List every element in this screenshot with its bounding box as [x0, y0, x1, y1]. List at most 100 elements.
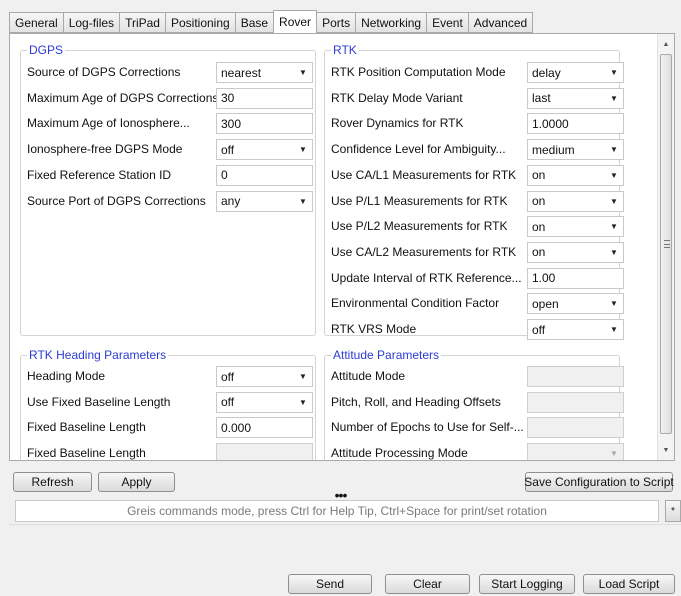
dgps-source-port-of-dgps-corrections-value: any	[221, 194, 241, 208]
chevron-down-icon[interactable]: ▼	[609, 248, 619, 257]
heading-fixed-baseline-length-row: Fixed Baseline Length	[27, 416, 223, 438]
rtk-rtk-delay-mode-variant-select[interactable]: last ▼	[527, 87, 624, 109]
rtk-update-interval-of-rtk-reference-input[interactable]: 1.00	[527, 267, 624, 289]
dgps-fixed-reference-station-id-label: Fixed Reference Station ID	[27, 167, 172, 182]
dgps-ionosphere-free-dgps-mode-row: Ionosphere-free DGPS Mode	[27, 138, 223, 160]
attitude-pitch-roll-and-heading-offsets-label: Pitch, Roll, and Heading Offsets	[331, 394, 501, 409]
chevron-down-icon[interactable]: ▼	[609, 325, 619, 334]
rtk-use-p-l1-measurements-for-rtk-label: Use P/L1 Measurements for RTK	[331, 193, 508, 208]
chevron-down-icon[interactable]: ▼	[609, 299, 619, 308]
rtk-rover-dynamics-for-rtk-input[interactable]: 1.0000	[527, 113, 624, 135]
tab-event[interactable]: Event	[426, 12, 468, 33]
attitude-group: Attitude Parameters Attitude Mode Pitch, …	[324, 347, 624, 460]
rtk-confidence-level-for-ambiguity-select[interactable]: medium ▼	[527, 139, 624, 161]
send-button[interactable]: Send	[288, 574, 372, 594]
rtk-rtk-vrs-mode-select[interactable]: off ▼	[527, 319, 624, 340]
rtk-use-p-l2-measurements-for-rtk-row: Use P/L2 Measurements for RTK	[331, 215, 527, 237]
attitude-attitude-processing-mode-row: Attitude Processing Mode	[331, 442, 527, 460]
apply-button[interactable]: Apply	[98, 472, 175, 492]
tab-general[interactable]: General	[9, 12, 63, 33]
command-options-button[interactable]: *	[665, 500, 681, 522]
chevron-down-icon[interactable]: ▼	[609, 145, 619, 154]
tab-tripad[interactable]: TriPad	[119, 12, 165, 33]
tab-ports[interactable]: Ports	[317, 12, 356, 33]
heading-heading-mode-select[interactable]: off ▼	[216, 366, 313, 387]
rtk-rtk-delay-mode-variant-row: RTK Delay Mode Variant	[331, 87, 527, 109]
tab-rover[interactable]: Rover	[273, 10, 318, 34]
chevron-down-icon[interactable]: ▼	[298, 372, 308, 381]
rtk-heading-group: RTK Heading Parameters Heading Mode off ▼ U…	[20, 347, 316, 460]
chevron-down-icon[interactable]: ▼	[609, 197, 619, 206]
chevron-down-icon[interactable]: ▼	[609, 94, 619, 103]
rtk-use-p-l2-measurements-for-rtk-select[interactable]: on ▼	[527, 216, 624, 238]
rtk-group-title: RTK	[331, 42, 359, 58]
dgps-maximum-age-of-ionosphere-value: 300	[221, 116, 242, 131]
save-configuration-button[interactable]: Save Configuration to Script	[524, 472, 674, 492]
heading-fixed-baseline-length-value: 0.000	[221, 420, 252, 435]
rtk-use-p-l2-measurements-for-rtk-label: Use P/L2 Measurements for RTK	[331, 219, 508, 234]
chevron-down-icon[interactable]: ▼	[298, 68, 308, 77]
rtk-confidence-level-for-ambiguity-value: medium	[532, 142, 575, 157]
command-input[interactable]: Greis commands mode, press Ctrl for Help…	[15, 500, 659, 522]
attitude-pitch-roll-and-heading-offsets-row: Pitch, Roll, and Heading Offsets	[331, 391, 527, 413]
dgps-source-of-dgps-corrections-value: nearest	[221, 65, 262, 80]
chevron-down-icon[interactable]: ▼	[609, 222, 619, 231]
dgps-ionosphere-free-dgps-mode-select[interactable]: off ▼	[216, 139, 313, 161]
pane-splitter[interactable]: •••	[0, 488, 681, 502]
rtk-rover-dynamics-for-rtk-label: Rover Dynamics for RTK	[331, 116, 464, 131]
dgps-maximum-age-of-dgps-corrections-input[interactable]: 30	[216, 87, 313, 109]
rover-settings-panel: DGPS Source of DGPS Corrections nearest ▼ M…	[9, 33, 675, 461]
rtk-update-interval-of-rtk-reference-label: Update Interval of RTK Reference...	[331, 270, 522, 285]
rtk-environmental-condition-factor-value: open	[532, 296, 559, 311]
scroll-up-icon[interactable]: ▲	[658, 36, 674, 52]
rtk-use-ca-l1-measurements-for-rtk-select[interactable]: on ▼	[527, 164, 624, 186]
rtk-environmental-condition-factor-label: Environmental Condition Factor	[331, 296, 500, 311]
dgps-maximum-age-of-ionosphere-input[interactable]: 300	[216, 113, 313, 135]
scroll-down-icon[interactable]: ▼	[658, 442, 674, 458]
chevron-down-icon[interactable]: ▼	[609, 68, 619, 77]
load-script-button[interactable]: Load Script	[583, 574, 675, 594]
dgps-maximum-age-of-dgps-corrections-row: Maximum Age of DGPS Corrections	[27, 87, 223, 109]
scroll-thumb[interactable]	[660, 54, 672, 434]
attitude-attitude-mode-label: Attitude Mode	[331, 369, 406, 383]
panel-scrollbar[interactable]: ▲ ▼	[657, 34, 674, 460]
tab-networking[interactable]: Networking	[355, 12, 427, 33]
refresh-button[interactable]: Refresh	[13, 472, 92, 492]
attitude-attitude-processing-mode-select: ▼	[527, 443, 624, 460]
chevron-down-icon[interactable]: ▼	[609, 171, 619, 180]
dgps-source-of-dgps-corrections-select[interactable]: nearest ▼	[216, 62, 313, 83]
clear-button[interactable]: Clear	[385, 574, 470, 594]
rtk-use-p-l1-measurements-for-rtk-select[interactable]: on ▼	[527, 190, 624, 212]
rtk-use-ca-l1-measurements-for-rtk-value: on	[532, 168, 546, 183]
dgps-maximum-age-of-ionosphere-row: Maximum Age of Ionosphere...	[27, 112, 223, 134]
attitude-number-of-epochs-to-use-for-self-row: Number of Epochs to Use for Self-...	[331, 416, 527, 438]
rtk-rtk-vrs-mode-value: off	[532, 322, 546, 337]
chevron-down-icon: ▼	[610, 449, 618, 459]
chevron-down-icon[interactable]: ▼	[298, 398, 308, 407]
dgps-maximum-age-of-dgps-corrections-label: Maximum Age of DGPS Corrections	[27, 90, 219, 105]
rtk-rtk-position-computation-mode-label: RTK Position Computation Mode	[331, 65, 506, 79]
output-area	[9, 524, 681, 568]
rtk-confidence-level-for-ambiguity-row: Confidence Level for Ambiguity...	[331, 138, 527, 160]
attitude-attitude-mode-row: Attitude Mode	[331, 365, 527, 387]
chevron-down-icon[interactable]: ▼	[298, 197, 308, 206]
heading-fixed-baseline-length-row: Fixed Baseline Length	[27, 442, 223, 460]
rtk-confidence-level-for-ambiguity-label: Confidence Level for Ambiguity...	[331, 142, 506, 157]
rtk-rtk-position-computation-mode-select[interactable]: delay ▼	[527, 62, 624, 83]
heading-fixed-baseline-length-input[interactable]: 0.000	[216, 417, 313, 439]
rtk-environmental-condition-factor-select[interactable]: open ▼	[527, 293, 624, 315]
rtk-use-ca-l2-measurements-for-rtk-value: on	[532, 245, 546, 260]
tab-log-files[interactable]: Log-files	[62, 12, 120, 33]
tab-base[interactable]: Base	[234, 12, 274, 33]
rtk-use-ca-l2-measurements-for-rtk-select[interactable]: on ▼	[527, 241, 624, 263]
heading-heading-mode-label: Heading Mode	[27, 369, 106, 383]
dgps-ionosphere-free-dgps-mode-label: Ionosphere-free DGPS Mode	[27, 142, 183, 157]
dgps-source-of-dgps-corrections-row: Source of DGPS Corrections	[27, 61, 223, 83]
start-logging-button[interactable]: Start Logging	[479, 574, 575, 594]
tab-positioning[interactable]: Positioning	[164, 12, 235, 33]
dgps-fixed-reference-station-id-input[interactable]: 0	[216, 164, 313, 186]
chevron-down-icon[interactable]: ▼	[298, 145, 308, 154]
tab-advanced[interactable]: Advanced	[467, 12, 534, 33]
dgps-source-port-of-dgps-corrections-select[interactable]: any ▼	[216, 190, 313, 212]
heading-use-fixed-baseline-length-select[interactable]: off ▼	[216, 391, 313, 413]
